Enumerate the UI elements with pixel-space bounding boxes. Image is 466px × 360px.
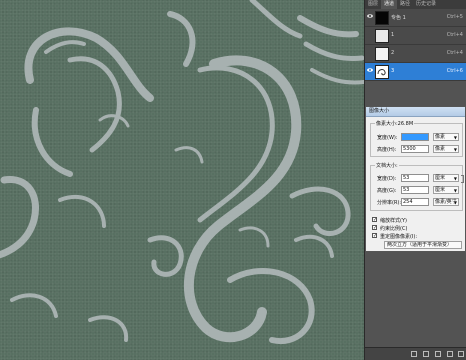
chevron-down-icon: ▼ <box>453 176 457 181</box>
resolution-unit-select[interactable]: 像素/英寸 ▼ <box>433 198 459 206</box>
new-channel-icon[interactable] <box>435 351 441 357</box>
load-selection-icon[interactable] <box>411 351 417 357</box>
panel-tabs: 图层 通道 路径 历史记录 <box>365 0 466 9</box>
channel-thumbnail <box>375 11 389 25</box>
channel-name: 3 <box>391 68 395 74</box>
constrain-proportions-checkbox[interactable]: ✓ <box>372 225 377 231</box>
tab-channels[interactable]: 通道 <box>381 0 398 9</box>
resample-checkbox[interactable]: ✓ <box>372 233 377 239</box>
new-layer-icon[interactable] <box>447 351 453 357</box>
resample-label: 重定图像像素(I): <box>380 234 418 240</box>
pixel-width-input[interactable] <box>401 133 429 141</box>
image-size-dialog: 图像大小 像素大小:26.8M 宽度(W): 像素 ▼ 高度(H): 5300 像… <box>365 106 466 252</box>
resolution-input[interactable]: 254 <box>401 198 429 206</box>
resolution-label: 分辨率(R): <box>377 200 402 206</box>
pixel-height-unit-select[interactable]: 像素 ▼ <box>433 145 459 153</box>
channel-row[interactable]: 专色 1 Ctrl+5 <box>365 9 466 27</box>
chevron-down-icon: ▼ <box>453 147 457 152</box>
pixel-width-row: 宽度(W): 像素 ▼ <box>371 133 464 142</box>
doc-width-label: 宽度(D): <box>377 176 397 182</box>
pixel-height-input[interactable]: 5300 <box>401 145 429 153</box>
channel-thumbnail <box>375 29 389 43</box>
channel-row[interactable]: 1 Ctrl+4 <box>365 27 466 45</box>
doc-width-input[interactable]: 53 <box>401 174 429 182</box>
constrain-proportions-label: 约束比例(C) <box>380 226 408 232</box>
dialog-title: 图像大小 <box>366 107 465 117</box>
channel-name: 1 <box>391 32 395 38</box>
channel-thumbnail <box>375 47 389 61</box>
pixel-dimensions-group: 像素大小:26.8M 宽度(W): 像素 ▼ 高度(H): 5300 像素 ▼ <box>370 120 464 157</box>
canvas-area[interactable] <box>0 0 364 360</box>
eye-icon[interactable] <box>367 67 373 73</box>
pixel-height-row: 高度(H): 5300 像素 ▼ <box>371 145 464 154</box>
doc-width-row: 宽度(D): 53 厘米 ▼ <box>371 174 464 183</box>
channel-name: 2 <box>391 50 395 56</box>
resample-method-select[interactable]: 两次立方（适用于平滑渐变） <box>384 241 462 249</box>
pixel-dimensions-label: 像素大小:26.8M <box>375 120 415 127</box>
link-icon <box>461 175 464 183</box>
eye-icon[interactable] <box>367 13 373 19</box>
document-size-group: 文档大小: 宽度(D): 53 厘米 ▼ 高度(G): 53 厘米 ▼ 分辨率(R)… <box>370 162 464 211</box>
channel-shortcut: Ctrl+4 <box>446 50 463 56</box>
channel-row[interactable]: 2 Ctrl+4 <box>365 45 466 63</box>
pixel-width-unit-select[interactable]: 像素 ▼ <box>433 133 459 141</box>
doc-height-input[interactable]: 53 <box>401 186 429 194</box>
document-size-label: 文档大小: <box>375 162 399 169</box>
doc-height-row: 高度(G): 53 厘米 ▼ <box>371 186 464 195</box>
channel-row-selected[interactable]: 3 Ctrl+6 <box>365 63 466 81</box>
doc-width-unit-select[interactable]: 厘米 ▼ <box>433 174 459 182</box>
ornament-thumb-icon <box>377 69 386 76</box>
tab-paths[interactable]: 路径 <box>397 0 413 9</box>
ornament-artwork <box>0 0 364 345</box>
doc-height-unit-select[interactable]: 厘米 ▼ <box>433 186 459 194</box>
chevron-down-icon: ▼ <box>453 188 457 193</box>
scale-styles-checkbox[interactable]: ✓ <box>372 217 377 223</box>
channel-shortcut: Ctrl+4 <box>446 32 463 38</box>
scale-styles-label: 缩放样式(Y) <box>380 218 407 224</box>
unit-label: 厘米 <box>435 187 446 193</box>
chevron-down-icon: ▼ <box>453 135 457 140</box>
chevron-down-icon: ▼ <box>453 200 457 205</box>
channel-shortcut: Ctrl+6 <box>446 68 463 74</box>
save-selection-icon[interactable] <box>423 351 429 357</box>
doc-height-label: 高度(G): <box>377 188 397 194</box>
unit-label: 厘米 <box>435 175 446 181</box>
unit-label: 像素 <box>435 134 446 140</box>
unit-label: 像素 <box>435 146 446 152</box>
channel-thumbnail <box>375 65 389 79</box>
resolution-row: 分辨率(R): 254 像素/英寸 ▼ <box>371 198 464 207</box>
pixel-height-label: 高度(H): <box>377 147 397 153</box>
tab-layers[interactable]: 图层 <box>365 0 381 9</box>
channel-shortcut: Ctrl+5 <box>446 14 463 20</box>
panel-footer <box>365 347 466 360</box>
tab-history[interactable]: 历史记录 <box>413 0 439 9</box>
pixel-width-label: 宽度(W): <box>377 135 398 141</box>
delete-icon[interactable] <box>458 351 464 357</box>
channel-name: 专色 1 <box>391 15 406 21</box>
